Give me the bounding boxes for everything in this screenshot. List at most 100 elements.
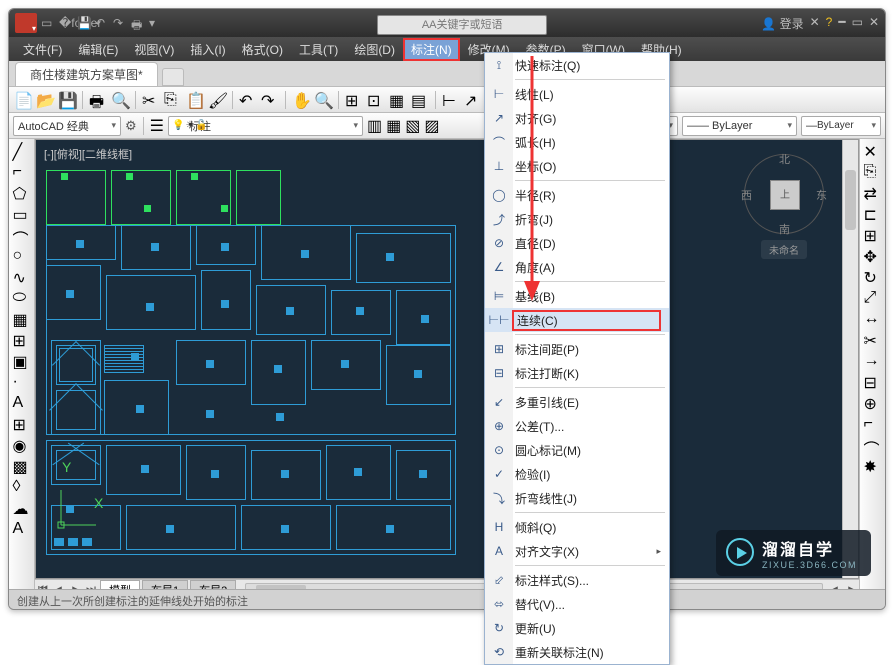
menu-item-半径[interactable]: ◯半径(R) bbox=[485, 183, 669, 207]
menu-item-标注间距[interactable]: ⊞标注间距(P) bbox=[485, 337, 669, 361]
copy-icon[interactable]: ⎘ bbox=[864, 163, 882, 181]
tb-paste-icon[interactable]: 📋 bbox=[185, 90, 205, 110]
tb-props-icon[interactable]: ⊞ bbox=[344, 90, 364, 110]
menu-item-重新关联标注[interactable]: ⟲重新关联标注(N) bbox=[485, 640, 669, 664]
tb-open-icon[interactable]: 📂 bbox=[35, 90, 55, 110]
text-icon[interactable]: A bbox=[13, 394, 31, 412]
ellipse-icon[interactable]: ⬭ bbox=[13, 289, 31, 307]
insert-icon[interactable]: ⊞ bbox=[13, 331, 31, 349]
workspace-combo[interactable]: AutoCAD 经典 bbox=[13, 116, 121, 136]
tb-new-icon[interactable]: 📄 bbox=[13, 90, 33, 110]
menu-标注[interactable]: 标注(N) bbox=[403, 38, 460, 61]
menu-item-折弯[interactable]: ⤴折弯(J) bbox=[485, 207, 669, 231]
lineweight-combo[interactable]: — ByLayer bbox=[801, 116, 881, 136]
menu-item-角度[interactable]: ∠角度(A) bbox=[485, 255, 669, 279]
close-icon[interactable]: ✕ bbox=[869, 15, 879, 32]
menu-编辑[interactable]: 编辑(E) bbox=[70, 38, 126, 61]
view-cube[interactable]: 北南 东西 上 未命名 bbox=[744, 154, 824, 259]
point-icon[interactable]: · bbox=[13, 373, 31, 391]
qat-open-icon[interactable]: �folder bbox=[59, 16, 73, 30]
qat-new-icon[interactable]: ▭ bbox=[41, 16, 55, 30]
menu-视图[interactable]: 视图(V) bbox=[126, 38, 182, 61]
tb-undo-icon[interactable]: ↶ bbox=[238, 90, 258, 110]
tb-match-icon[interactable]: 🖌 bbox=[207, 90, 227, 110]
menu-item-直径[interactable]: ⊘直径(D) bbox=[485, 231, 669, 255]
pline-icon[interactable]: ⌐ bbox=[13, 163, 31, 181]
layer-tool1-icon[interactable]: ▥ bbox=[367, 116, 382, 136]
circle-icon[interactable]: ○ bbox=[13, 247, 31, 265]
qat-save-icon[interactable]: 💾 bbox=[77, 16, 91, 30]
menu-item-坐标[interactable]: ⊥坐标(O) bbox=[485, 154, 669, 178]
tb-copy-icon[interactable]: ⎘ bbox=[163, 90, 183, 110]
join-icon[interactable]: ⊕ bbox=[864, 394, 882, 412]
tb-tp-icon[interactable]: ▦ bbox=[388, 90, 408, 110]
qat-undo-icon[interactable]: ↶ bbox=[95, 16, 109, 30]
polygon-icon[interactable]: ⬠ bbox=[13, 184, 31, 202]
extend-icon[interactable]: → bbox=[864, 352, 882, 370]
viewport-label[interactable]: [-][俯视][二维线框] bbox=[44, 146, 132, 162]
layer-props-icon[interactable]: ☰ bbox=[150, 116, 164, 136]
signin-button[interactable]: 👤 登录 bbox=[761, 15, 803, 32]
move-icon[interactable]: ✥ bbox=[864, 247, 882, 265]
hatch-icon[interactable]: ▦ bbox=[13, 310, 31, 328]
menu-文件[interactable]: 文件(F) bbox=[15, 38, 70, 61]
gradient-icon[interactable]: ▩ bbox=[13, 457, 31, 475]
ucs-icon[interactable]: YX bbox=[56, 485, 106, 538]
minimize-icon[interactable]: ━ bbox=[838, 15, 845, 32]
break-icon[interactable]: ⊟ bbox=[864, 373, 882, 391]
explode-icon[interactable]: ✸ bbox=[864, 457, 882, 475]
menu-格式[interactable]: 格式(O) bbox=[234, 38, 291, 61]
layer-tool4-icon[interactable]: ▨ bbox=[424, 116, 439, 136]
menu-item-弧长[interactable]: ⌒弧长(H) bbox=[485, 130, 669, 154]
rect-icon[interactable]: ▭ bbox=[13, 205, 31, 223]
tb-preview-icon[interactable]: 🔍 bbox=[110, 90, 130, 110]
stretch-icon[interactable]: ↔ bbox=[864, 310, 882, 328]
rotate-icon[interactable]: ↻ bbox=[864, 268, 882, 286]
drawing-canvas[interactable]: [-][俯视][二维线框] 北南 东西 上 未命名 bbox=[36, 140, 842, 578]
menu-item-公差[interactable]: ⊕公差(T)... bbox=[485, 414, 669, 438]
tb-dim2-icon[interactable]: ↗ bbox=[463, 90, 483, 110]
block-icon[interactable]: ▣ bbox=[13, 352, 31, 370]
tb-dim1-icon[interactable]: ⊢ bbox=[441, 90, 461, 110]
tb-zoom-icon[interactable]: 🔍 bbox=[313, 90, 333, 110]
trim-icon[interactable]: ✂ bbox=[864, 331, 882, 349]
array-icon[interactable]: ⊞ bbox=[864, 226, 882, 244]
region-icon[interactable]: ◉ bbox=[13, 436, 31, 454]
app-menu-icon[interactable]: ▾ bbox=[15, 13, 37, 33]
vertical-scrollbar[interactable] bbox=[842, 140, 858, 578]
menu-item-对齐[interactable]: ↗对齐(G) bbox=[485, 106, 669, 130]
help-icon[interactable]: ? bbox=[826, 15, 833, 32]
menu-item-标注样式[interactable]: ⬃标注样式(S)... bbox=[485, 568, 669, 592]
linetype-combo[interactable]: —— ByLayer bbox=[682, 116, 797, 136]
menu-item-检验[interactable]: ✓检验(I) bbox=[485, 462, 669, 486]
ws-gear-icon[interactable]: ⚙ bbox=[125, 118, 137, 134]
tb-save-icon[interactable]: 💾 bbox=[57, 90, 77, 110]
menu-item-快速标注[interactable]: ⟟快速标注(Q) bbox=[485, 53, 669, 77]
menu-item-替代[interactable]: ⬄替代(V)... bbox=[485, 592, 669, 616]
menu-item-基线[interactable]: ⊨基线(B) bbox=[485, 284, 669, 308]
layer-tool3-icon[interactable]: ▧ bbox=[405, 116, 420, 136]
tb-print-icon[interactable]: 🖶 bbox=[88, 90, 108, 110]
qat-print-icon[interactable]: 🖶 bbox=[131, 16, 145, 30]
menu-item-圆心标记[interactable]: ⊙圆心标记(M) bbox=[485, 438, 669, 462]
menu-item-多重引线[interactable]: ↙多重引线(E) bbox=[485, 390, 669, 414]
menu-绘图[interactable]: 绘图(D) bbox=[346, 38, 403, 61]
offset-icon[interactable]: ⊏ bbox=[864, 205, 882, 223]
tb-pan-icon[interactable]: ✋ bbox=[291, 90, 311, 110]
arc-icon[interactable]: ⌒ bbox=[13, 226, 31, 244]
exchange-icon[interactable]: ✕ bbox=[810, 15, 820, 32]
revision-icon[interactable]: ☁ bbox=[13, 499, 31, 517]
menu-工具[interactable]: 工具(T) bbox=[291, 38, 346, 61]
menu-插入[interactable]: 插入(I) bbox=[182, 38, 233, 61]
fillet-icon[interactable]: ⌒ bbox=[864, 436, 882, 454]
menu-item-连续[interactable]: ⊢⊢连续(C) bbox=[485, 308, 669, 332]
document-tab[interactable]: 商住楼建筑方案草图* bbox=[15, 62, 158, 86]
scale-icon[interactable]: ⤢ bbox=[864, 289, 882, 307]
layer-combo[interactable]: 💡☀🔓 标注 bbox=[168, 116, 363, 136]
line-icon[interactable]: ╱ bbox=[13, 142, 31, 160]
spline-icon[interactable]: ∿ bbox=[13, 268, 31, 286]
mirror-icon[interactable]: ⇄ bbox=[864, 184, 882, 202]
qat-more-icon[interactable]: ▾ bbox=[149, 16, 163, 30]
new-tab-button[interactable] bbox=[162, 68, 184, 86]
tb-ssm-icon[interactable]: ▤ bbox=[410, 90, 430, 110]
